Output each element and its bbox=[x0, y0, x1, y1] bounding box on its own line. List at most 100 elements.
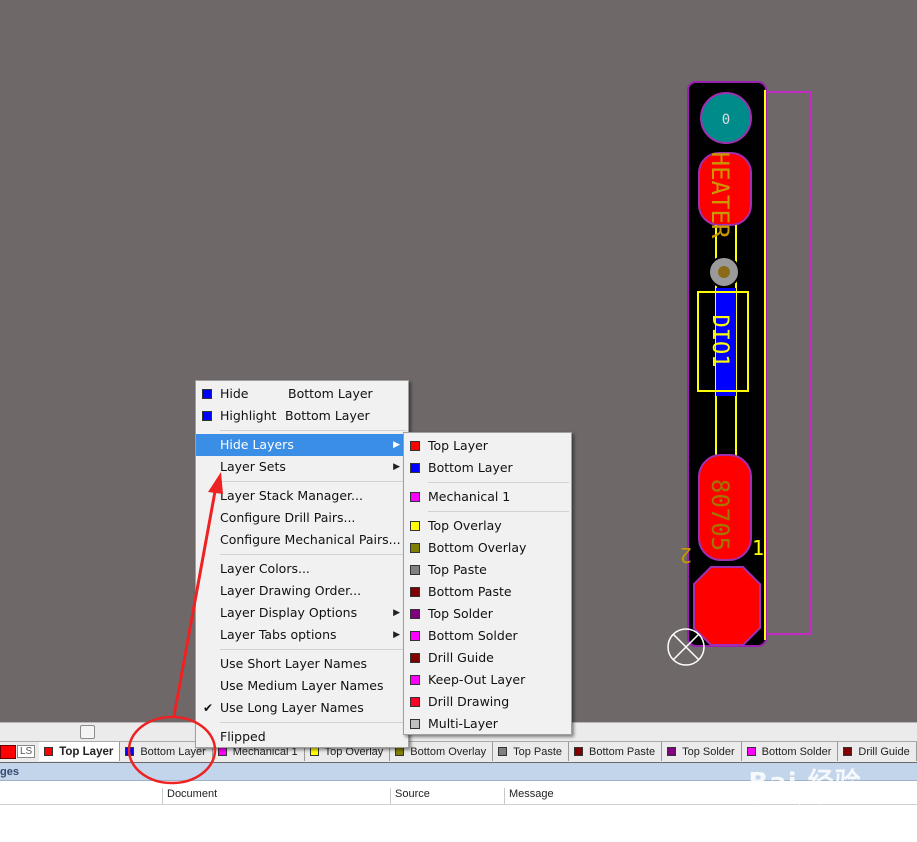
layer-color-swatch bbox=[410, 565, 420, 575]
submenu-item-top-paste[interactable]: Top Paste bbox=[404, 559, 571, 581]
menu-item-label: Drill Drawing bbox=[428, 694, 510, 709]
tab-top-solder[interactable]: Top Solder bbox=[662, 742, 742, 761]
menu-item-hide-layers[interactable]: Hide Layers ▶ bbox=[196, 434, 408, 456]
menu-separator bbox=[428, 511, 569, 512]
menu-item-label: Flipped bbox=[220, 729, 266, 744]
menu-item-label: Mechanical 1 bbox=[428, 489, 511, 504]
layer-color-swatch bbox=[395, 747, 405, 756]
layer-color-swatch bbox=[667, 747, 677, 756]
tab-label: Bottom Paste bbox=[589, 745, 656, 758]
submenu-item-bottom-layer[interactable]: Bottom Layer bbox=[404, 457, 571, 479]
checkmark-icon: ✔ bbox=[203, 701, 214, 715]
menu-item-label: Bottom Layer bbox=[428, 460, 513, 475]
column-source[interactable]: Source bbox=[390, 788, 430, 804]
menu-item-layer-sets[interactable]: Layer Sets ▶ bbox=[196, 456, 408, 478]
menu-item-label: Layer Tabs options bbox=[220, 627, 337, 642]
footprint-label: 80705 bbox=[706, 479, 734, 551]
tab-label: Drill Guide bbox=[858, 745, 910, 758]
watermark-brand: Bai 经验 bbox=[748, 768, 862, 798]
menu-item-label: Use Long Layer Names bbox=[220, 700, 364, 715]
menu-item-label: Use Short Layer Names bbox=[220, 656, 368, 671]
layer-set-label: LS bbox=[17, 745, 36, 758]
menu-item-layer-colors[interactable]: Layer Colors... bbox=[196, 558, 408, 580]
menu-item-layer-tabs-options[interactable]: Layer Tabs options ▶ bbox=[196, 624, 408, 646]
pin-label-1: 1 bbox=[752, 536, 764, 560]
layer-color-swatch bbox=[746, 747, 756, 756]
menu-item-label: Configure Drill Pairs... bbox=[220, 510, 356, 525]
menu-item-layer-display-options[interactable]: Layer Display Options ▶ bbox=[196, 602, 408, 624]
submenu-item-drill-drawing[interactable]: Drill Drawing bbox=[404, 691, 571, 713]
layer-color-swatch bbox=[410, 587, 420, 597]
submenu-item-keep-out-layer[interactable]: Keep-Out Layer bbox=[404, 669, 571, 691]
layer-color-swatch bbox=[410, 492, 420, 502]
submenu-item-top-solder[interactable]: Top Solder bbox=[404, 603, 571, 625]
layer-context-menu: Hide Bottom Layer Highlight Bottom Layer… bbox=[195, 380, 409, 748]
menu-separator bbox=[428, 482, 569, 483]
submenu-arrow-icon: ▶ bbox=[393, 608, 400, 618]
submenu-item-drill-guide[interactable]: Drill Guide bbox=[404, 647, 571, 669]
column-message[interactable]: Message bbox=[504, 788, 554, 804]
layer-color-swatch bbox=[410, 697, 420, 707]
layer-tab-row: LS Top Layer Bottom Layer Mechanical 1 T… bbox=[0, 741, 917, 761]
menu-item-layer-drawing-order[interactable]: Layer Drawing Order... bbox=[196, 580, 408, 602]
menu-item-use-short-layer-names[interactable]: Use Short Layer Names bbox=[196, 653, 408, 675]
menu-item-layer-name: Bottom Layer bbox=[288, 386, 373, 401]
layer-color-swatch bbox=[410, 675, 420, 685]
tab-label: Bottom Overlay bbox=[410, 745, 487, 758]
menu-item-use-medium-layer-names[interactable]: Use Medium Layer Names bbox=[196, 675, 408, 697]
menu-item-configure-mechanical-pairs[interactable]: Configure Mechanical Pairs... bbox=[196, 529, 408, 551]
column-document[interactable]: Document bbox=[162, 788, 217, 804]
tab-bottom-solder[interactable]: Bottom Solder bbox=[741, 742, 839, 761]
menu-item-label: Top Paste bbox=[428, 562, 487, 577]
menu-separator bbox=[220, 430, 406, 431]
layer-set-chip[interactable]: LS bbox=[0, 743, 36, 761]
pin-label-2: 2 bbox=[680, 543, 692, 567]
refdes-label: HEATER bbox=[706, 152, 734, 239]
layer-color-swatch bbox=[410, 609, 420, 619]
via-hole bbox=[718, 266, 730, 278]
layer-color-swatch bbox=[202, 389, 212, 399]
tab-bottom-paste[interactable]: Bottom Paste bbox=[569, 742, 663, 761]
tab-label: Top Paste bbox=[513, 745, 563, 758]
menu-item-label: Top Solder bbox=[428, 606, 493, 621]
watermark-url: jingyan.baidu.com bbox=[754, 801, 856, 814]
layer-color-swatch bbox=[202, 411, 212, 421]
menu-item-label: Bottom Paste bbox=[428, 584, 512, 599]
submenu-item-multi-layer[interactable]: Multi-Layer bbox=[404, 713, 571, 735]
layer-color-swatch bbox=[125, 747, 135, 756]
menu-item-highlight[interactable]: Highlight Bottom Layer bbox=[196, 405, 408, 427]
menu-item-flipped[interactable]: Flipped bbox=[196, 726, 408, 748]
layer-color-swatch bbox=[498, 747, 508, 756]
submenu-item-top-overlay[interactable]: Top Overlay bbox=[404, 515, 571, 537]
hide-layers-submenu: Top Layer Bottom Layer Mechanical 1 Top … bbox=[403, 432, 572, 735]
menu-item-label: Highlight bbox=[220, 408, 277, 423]
submenu-item-bottom-solder[interactable]: Bottom Solder bbox=[404, 625, 571, 647]
horizontal-scroll-thumb[interactable] bbox=[80, 725, 95, 739]
octagon-pad[interactable] bbox=[693, 566, 761, 646]
submenu-item-mechanical-1[interactable]: Mechanical 1 bbox=[404, 486, 571, 508]
layer-color-swatch bbox=[410, 653, 420, 663]
tab-top-layer[interactable]: Top Layer bbox=[39, 742, 121, 761]
submenu-item-top-layer[interactable]: Top Layer bbox=[404, 435, 571, 457]
menu-item-label: Layer Colors... bbox=[220, 561, 310, 576]
submenu-arrow-icon: ▶ bbox=[393, 462, 400, 472]
menu-item-hide[interactable]: Hide Bottom Layer bbox=[196, 383, 408, 405]
menu-item-configure-drill-pairs[interactable]: Configure Drill Pairs... bbox=[196, 507, 408, 529]
menu-item-label: Layer Drawing Order... bbox=[220, 583, 362, 598]
menu-item-label: Bottom Solder bbox=[428, 628, 518, 643]
menu-item-use-long-layer-names[interactable]: ✔ Use Long Layer Names bbox=[196, 697, 408, 719]
menu-item-label: Hide bbox=[220, 386, 249, 401]
tab-drill-guide[interactable]: Drill Guide bbox=[838, 742, 917, 761]
layer-color-swatch bbox=[309, 747, 319, 756]
menu-separator bbox=[220, 481, 406, 482]
submenu-item-bottom-paste[interactable]: Bottom Paste bbox=[404, 581, 571, 603]
menu-item-layer-stack-manager[interactable]: Layer Stack Manager... bbox=[196, 485, 408, 507]
tab-top-paste[interactable]: Top Paste bbox=[493, 742, 570, 761]
submenu-item-bottom-overlay[interactable]: Bottom Overlay bbox=[404, 537, 571, 559]
menu-item-label: Layer Sets bbox=[220, 459, 286, 474]
layer-color-swatch bbox=[410, 521, 420, 531]
menu-item-label: Hide Layers bbox=[220, 437, 294, 452]
submenu-arrow-icon: ▶ bbox=[393, 630, 400, 640]
submenu-arrow-icon: ▶ bbox=[393, 440, 400, 450]
baidu-watermark: Bai 经验 jingyan.baidu.com bbox=[700, 762, 910, 822]
